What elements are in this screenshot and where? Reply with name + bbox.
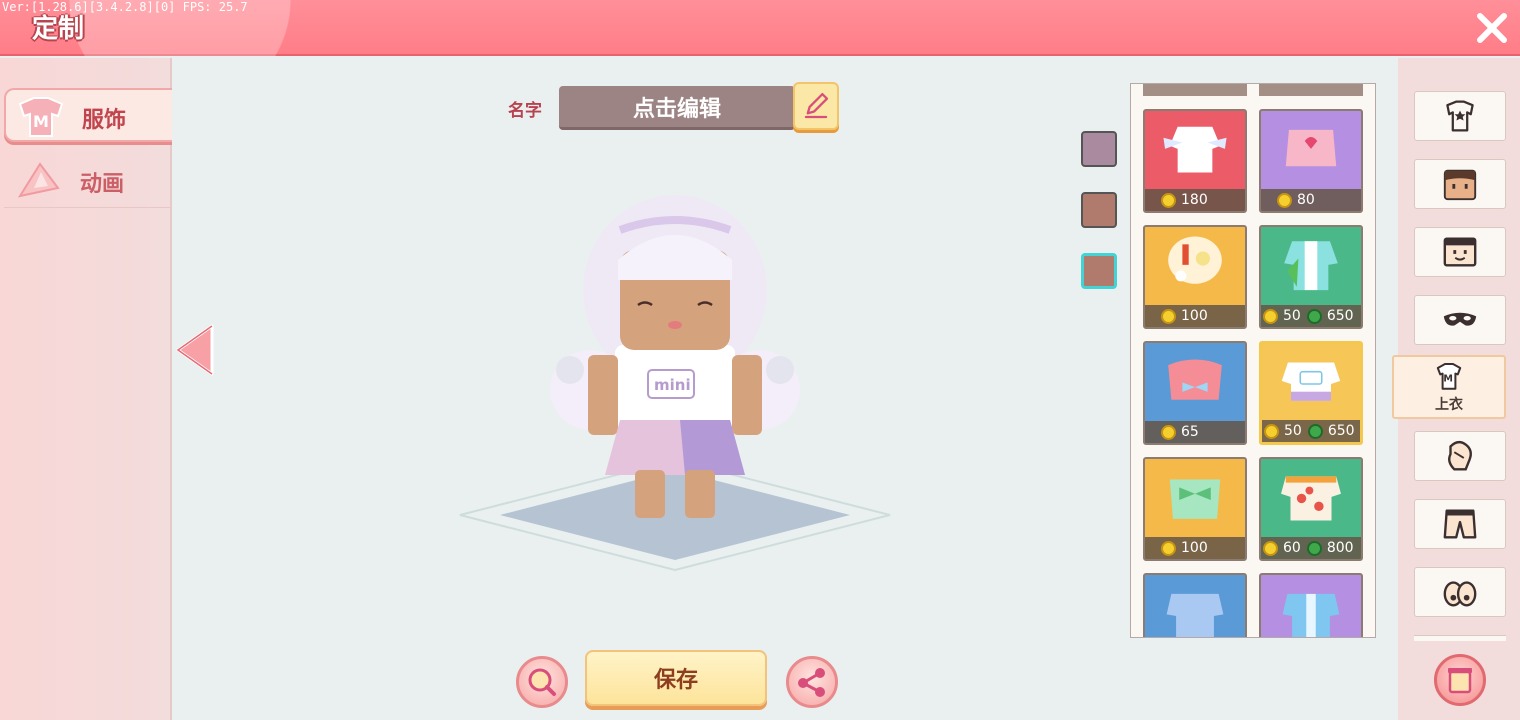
shorts-icon [1443,509,1477,539]
close-icon[interactable] [1472,8,1512,48]
item-price: 100 [1145,305,1245,327]
item-grid[interactable]: 180 80 100 50 650 65 50 650 100 60 800 [1130,83,1376,638]
shop-item[interactable] [1259,573,1363,637]
item-price: 180 [1145,189,1245,211]
blue-top-icon [1166,593,1224,637]
name-input[interactable]: 点击编辑 [559,86,795,130]
mask-icon [1443,312,1477,326]
magnifier-icon [528,668,556,696]
top-bar: Ver:[1.28.6][3.4.2.8][0] FPS: 25.7 定制 [0,0,1520,56]
gem-icon [1306,308,1322,324]
heart-top-icon [1285,129,1337,167]
share-icon [798,668,825,697]
shop-item[interactable]: 180 [1143,109,1247,213]
fruit-bib-icon [1168,236,1222,284]
character-preview[interactable]: mini [440,170,910,580]
shop-item[interactable]: 80 [1259,109,1363,213]
category-top[interactable]: M 上衣 [1392,355,1506,419]
coin-icon [1161,308,1176,324]
shop-item[interactable]: 50 650 [1259,341,1363,445]
coin-icon [1264,423,1279,439]
shop-item[interactable]: 60 800 [1259,457,1363,561]
category-face[interactable] [1414,159,1506,209]
trash-icon [1448,668,1472,694]
item-price: 100 [1145,537,1245,559]
svg-text:M: M [33,112,49,131]
green-bow-icon [1169,479,1221,519]
zoom-button[interactable] [516,656,568,708]
shop-item[interactable]: 100 [1143,225,1247,329]
page-title: 定制 [32,14,85,44]
color-swatch-3[interactable] [1081,253,1117,289]
pencil-icon [804,92,829,119]
glove-icon [1448,441,1472,471]
shop-item[interactable]: 50 650 [1259,225,1363,329]
pyramid-icon [17,162,60,198]
face-icon [1443,169,1477,201]
blue-jacket-icon [1282,593,1340,637]
coin-icon [1161,424,1176,440]
coin-icon [1161,540,1176,556]
coin-icon [1263,308,1278,324]
edit-name-button[interactable] [793,82,839,130]
left-tab-panel: M 服饰 动画 [0,58,172,720]
coin-icon [1161,192,1176,208]
bow-top-icon [1168,359,1222,400]
shoes-icon [1443,581,1477,607]
color-swatch-1[interactable] [1081,131,1117,167]
strawberry-top-icon [1281,476,1341,521]
coin-icon [1263,540,1278,556]
smile-box-icon [1443,237,1477,267]
svg-text:M: M [1443,374,1453,385]
item-price: 60 800 [1261,537,1361,559]
mini-tee-icon [1281,362,1341,401]
shop-item[interactable]: 65 [1143,341,1247,445]
tab-animation[interactable]: 动画 [4,154,172,208]
shirt-icon: M [1436,363,1462,390]
color-swatch-2[interactable] [1081,192,1117,228]
shop-item[interactable] [1143,573,1247,637]
svg-text:mini: mini [654,376,691,394]
category-outfit[interactable] [1414,91,1506,141]
category-pants[interactable] [1414,499,1506,549]
leaf-jacket-icon [1284,241,1338,291]
partial-category [1414,635,1506,641]
partial-item [1143,84,1247,96]
name-label: 名字 [508,101,542,121]
coin-icon [1277,192,1292,208]
category-mask[interactable] [1414,295,1506,345]
suit-icon [1446,100,1474,132]
jacket-icon [1163,126,1227,173]
item-price: 65 [1145,421,1245,443]
gem-icon [1306,540,1322,556]
gem-icon [1307,423,1323,439]
category-expression[interactable] [1414,227,1506,277]
tab-clothing-label: 服饰 [82,108,127,133]
tab-animation-label: 动画 [80,172,125,197]
category-gloves[interactable] [1414,431,1506,481]
save-button[interactable]: 保存 [585,650,767,706]
shop-item[interactable]: 100 [1143,457,1247,561]
share-button[interactable] [786,656,838,708]
item-price: 80 [1261,189,1361,211]
shirt-m-icon: M [18,97,64,137]
item-price: 50 650 [1261,305,1361,327]
category-top-label: 上衣 [1435,397,1463,413]
remove-button[interactable] [1434,654,1486,706]
partial-item [1259,84,1363,96]
category-shoes[interactable] [1414,567,1506,617]
previous-arrow-icon[interactable] [174,322,216,378]
tab-clothing[interactable]: M 服饰 [4,88,172,142]
item-price: 50 650 [1262,420,1360,442]
